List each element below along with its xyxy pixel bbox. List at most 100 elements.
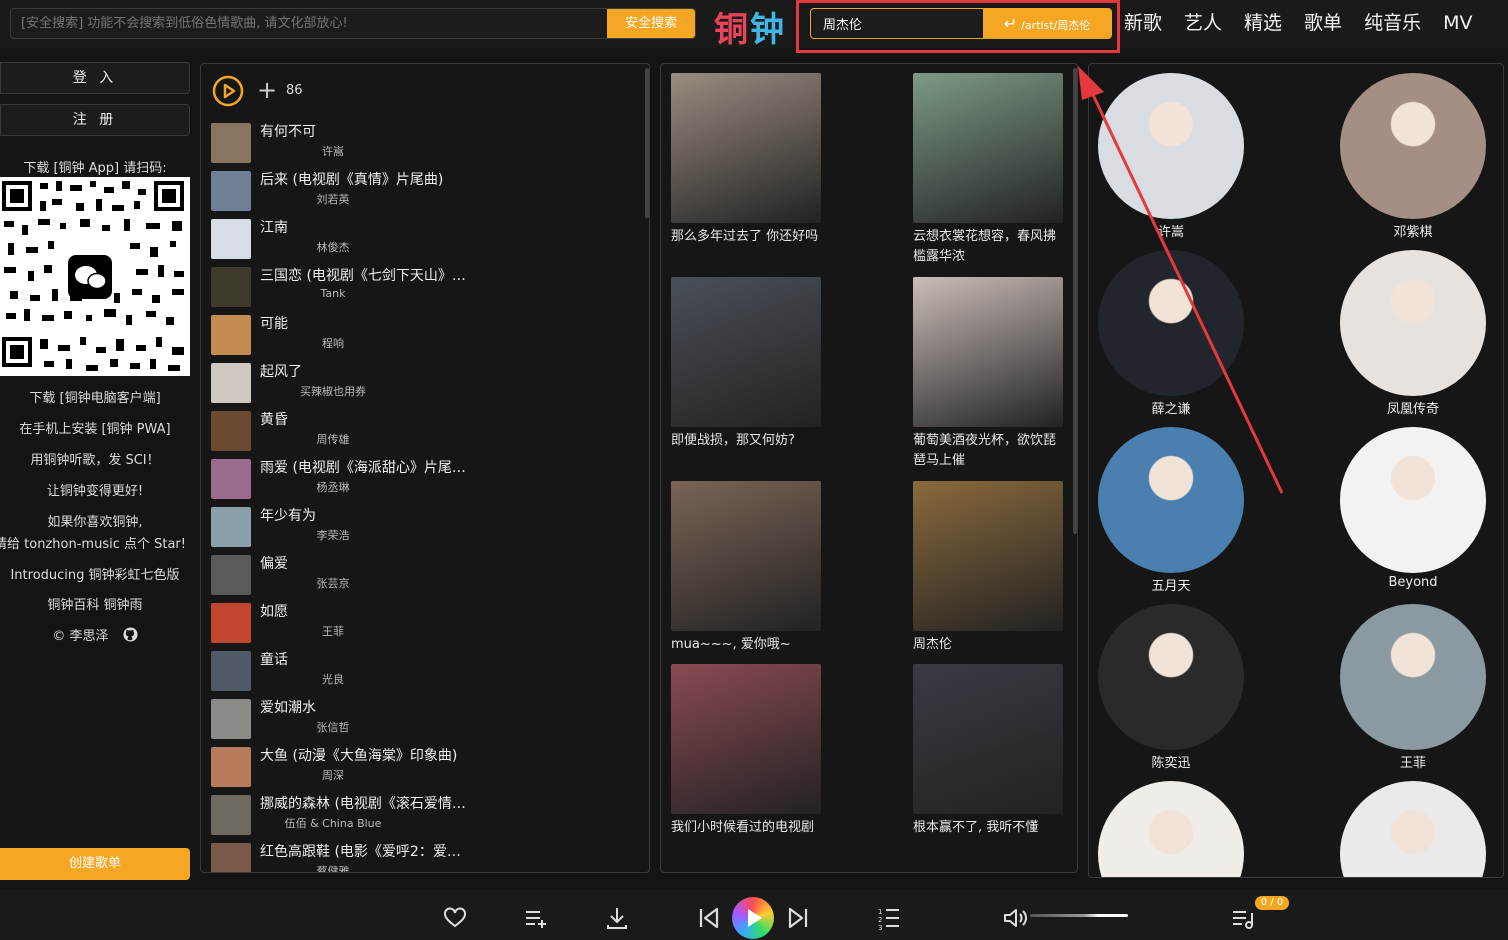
create-playlist-button[interactable]: 创建歌单	[0, 848, 190, 880]
featured-card[interactable]: mua~~~, 爱你哦~	[671, 481, 821, 655]
song-row[interactable]: 雨爱 (电视剧《海派甜心》片尾… 杨丞琳	[211, 457, 641, 501]
improve-link[interactable]: 让铜钟变得更好!	[0, 480, 190, 499]
song-artist[interactable]: 程响	[260, 335, 406, 351]
artist-search-input[interactable]	[811, 9, 983, 38]
featured-scrollbar[interactable]	[1073, 68, 1077, 534]
song-artist[interactable]: 杨丞琳	[260, 479, 406, 495]
download-icon[interactable]	[604, 905, 630, 931]
song-list-scrollbar[interactable]	[645, 68, 649, 218]
song-artist[interactable]: 蔡健雅	[260, 863, 406, 872]
song-row[interactable]: 可能 程响	[211, 313, 641, 357]
song-title[interactable]: 三国恋 (电视剧《七剑下天山》…	[260, 265, 466, 285]
song-artist[interactable]: 买辣椒也用券	[260, 383, 406, 399]
song-artist[interactable]: 李荣浩	[260, 527, 406, 543]
song-artist[interactable]: 张芸京	[260, 575, 406, 591]
artist-item[interactable]	[1340, 781, 1486, 877]
featured-card[interactable]: 根本赢不了, 我听不懂	[913, 664, 1063, 838]
artist-item[interactable]: 薛之谦	[1098, 250, 1244, 417]
song-title[interactable]: 江南	[260, 217, 288, 237]
song-row[interactable]: 后来 (电视剧《真情》片尾曲) 刘若英	[211, 169, 641, 213]
song-artist[interactable]: 周传雄	[260, 431, 406, 447]
song-artist[interactable]: 王菲	[260, 623, 406, 639]
nav-instrumental[interactable]: 纯音乐	[1364, 8, 1421, 38]
nav-new-songs[interactable]: 新歌	[1124, 8, 1162, 38]
artist-item[interactable]: 凤凰传奇	[1340, 250, 1486, 417]
song-title[interactable]: 大鱼 (动漫《大鱼海棠》印象曲)	[260, 745, 457, 765]
song-artist[interactable]: 林俊杰	[260, 239, 406, 255]
star-link[interactable]: 请给 tonzhon-music 点个 Star!	[0, 533, 190, 552]
song-title[interactable]: 起风了	[260, 361, 302, 381]
song-row[interactable]: 爱如潮水 张信哲	[211, 697, 641, 741]
artist-item[interactable]: 王菲	[1340, 604, 1486, 771]
download-desktop-link[interactable]: 下载 [铜钟电脑客户端]	[0, 387, 190, 406]
song-row[interactable]: 红色高跟鞋 (电影《爱呼2：爱… 蔡健雅	[211, 841, 641, 872]
volume-slider[interactable]	[1030, 914, 1128, 917]
song-row[interactable]: 挪威的森林 (电视剧《滚石爱情… 伍佰 & China Blue	[211, 793, 641, 837]
sci-link[interactable]: 用铜钟听歌，发 SCI！	[0, 449, 190, 468]
next-icon[interactable]	[785, 905, 811, 931]
song-artist[interactable]: 张信哲	[260, 719, 406, 735]
song-row[interactable]: 童话 光良	[211, 649, 641, 693]
login-button[interactable]: 登 入	[0, 62, 190, 94]
artist-item[interactable]: 邓紫棋	[1340, 73, 1486, 240]
github-icon[interactable]	[123, 627, 138, 642]
volume-icon[interactable]	[1002, 905, 1028, 931]
queue-icon[interactable]	[1230, 905, 1256, 931]
add-icon[interactable]: +	[257, 77, 277, 103]
song-title[interactable]: 年少有为	[260, 505, 316, 525]
song-artist[interactable]: 周深	[260, 767, 406, 783]
install-pwa-link[interactable]: 在手机上安装 [铜钟 PWA]	[0, 418, 190, 437]
artist-item[interactable]: Beyond	[1340, 427, 1486, 590]
song-artist[interactable]: 许嵩	[260, 143, 406, 159]
register-button[interactable]: 注 册	[0, 104, 190, 136]
featured-card[interactable]: 周杰伦	[913, 481, 1063, 655]
song-row[interactable]: 年少有为 李荣浩	[211, 505, 641, 549]
wiki-links[interactable]: 铜钟百科 铜钟雨	[0, 594, 190, 613]
song-artist[interactable]: 光良	[260, 671, 406, 687]
featured-card[interactable]: 那么多年过去了 你还好吗	[671, 73, 821, 247]
previous-icon[interactable]	[696, 905, 722, 931]
artist-item[interactable]: 五月天	[1098, 427, 1244, 594]
song-title[interactable]: 挪威的森林 (电视剧《滚石爱情…	[260, 793, 466, 813]
song-title[interactable]: 如愿	[260, 601, 288, 621]
song-title[interactable]: 后来 (电视剧《真情》片尾曲)	[260, 169, 443, 189]
song-title[interactable]: 爱如潮水	[260, 697, 316, 717]
featured-card[interactable]: 云想衣裳花想容，春风拂槛露华浓	[913, 73, 1063, 267]
featured-card[interactable]: 葡萄美酒夜光杯，欲饮琵琶马上催	[913, 277, 1063, 471]
song-title[interactable]: 偏爱	[260, 553, 288, 573]
song-title[interactable]: 童话	[260, 649, 288, 669]
song-row[interactable]: 大鱼 (动漫《大鱼海棠》印象曲) 周深	[211, 745, 641, 789]
artist-search-button[interactable]: ↵/artist/周杰伦	[983, 9, 1111, 38]
nav-featured[interactable]: 精选	[1244, 8, 1282, 38]
nav-playlists[interactable]: 歌单	[1304, 8, 1342, 38]
heart-icon[interactable]	[442, 905, 468, 931]
song-artist[interactable]: 刘若英	[260, 191, 406, 207]
artist-item[interactable]: 许嵩	[1098, 73, 1244, 240]
safe-search-input[interactable]	[11, 9, 607, 38]
featured-card[interactable]: 我们小时候看过的电视剧	[671, 664, 821, 838]
artist-item[interactable]	[1098, 781, 1244, 877]
song-title[interactable]: 雨爱 (电视剧《海派甜心》片尾…	[260, 457, 466, 477]
logo[interactable]: 铜钟	[714, 2, 786, 51]
song-row[interactable]: 起风了 买辣椒也用券	[211, 361, 641, 405]
safe-search-button[interactable]: 安全搜索	[607, 9, 695, 38]
song-title[interactable]: 红色高跟鞋 (电影《爱呼2：爱…	[260, 841, 461, 861]
add-to-queue-icon[interactable]	[523, 905, 549, 931]
song-title[interactable]: 黄昏	[260, 409, 288, 429]
playlist-icon[interactable]: 123	[876, 905, 902, 931]
nav-artists[interactable]: 艺人	[1184, 8, 1222, 38]
rainbow-link[interactable]: Introducing 铜钟彩虹七色版	[0, 564, 190, 583]
song-row[interactable]: 三国恋 (电视剧《七剑下天山》… Tank	[211, 265, 641, 309]
song-artist[interactable]: Tank	[260, 287, 406, 300]
song-row[interactable]: 黄昏 周传雄	[211, 409, 641, 453]
play-all-icon[interactable]	[212, 75, 244, 107]
song-title[interactable]: 可能	[260, 313, 288, 333]
nav-mv[interactable]: MV	[1443, 8, 1472, 38]
featured-card[interactable]: 即便战损，那又何妨?	[671, 277, 821, 451]
song-row[interactable]: 江南 林俊杰	[211, 217, 641, 261]
play-button[interactable]	[732, 897, 774, 939]
song-row[interactable]: 有何不可 许嵩	[211, 121, 641, 165]
song-row[interactable]: 偏爱 张芸京	[211, 553, 641, 597]
song-artist[interactable]: 伍佰 & China Blue	[260, 815, 406, 831]
song-title[interactable]: 有何不可	[260, 121, 316, 141]
